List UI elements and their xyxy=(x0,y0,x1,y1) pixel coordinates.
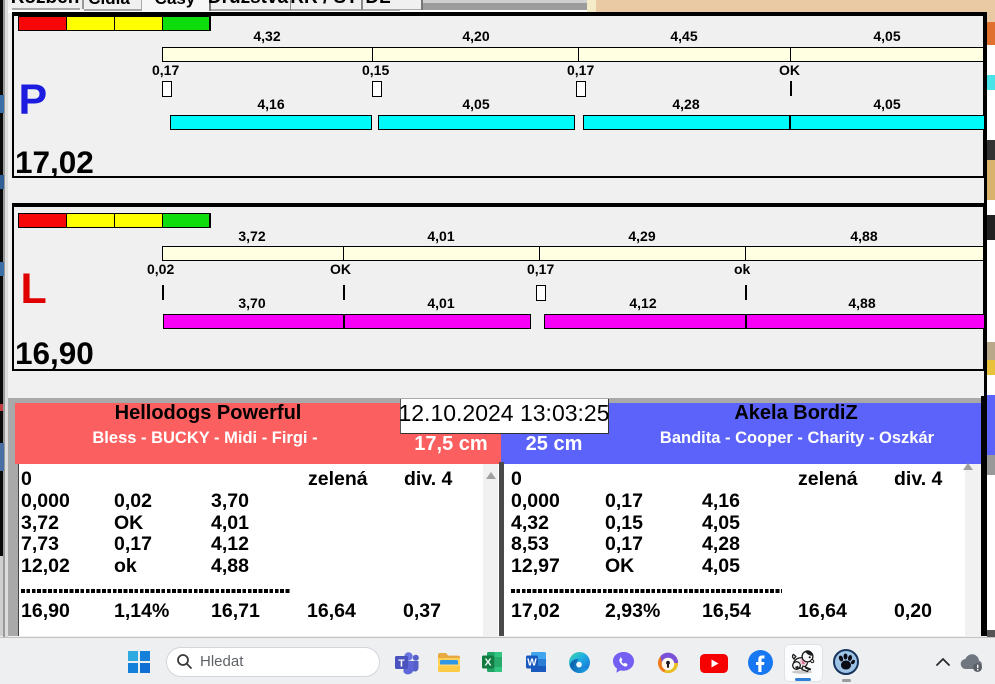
svg-text:T: T xyxy=(398,658,405,670)
svg-text:X: X xyxy=(484,657,491,669)
svg-text:W: W xyxy=(527,658,537,669)
